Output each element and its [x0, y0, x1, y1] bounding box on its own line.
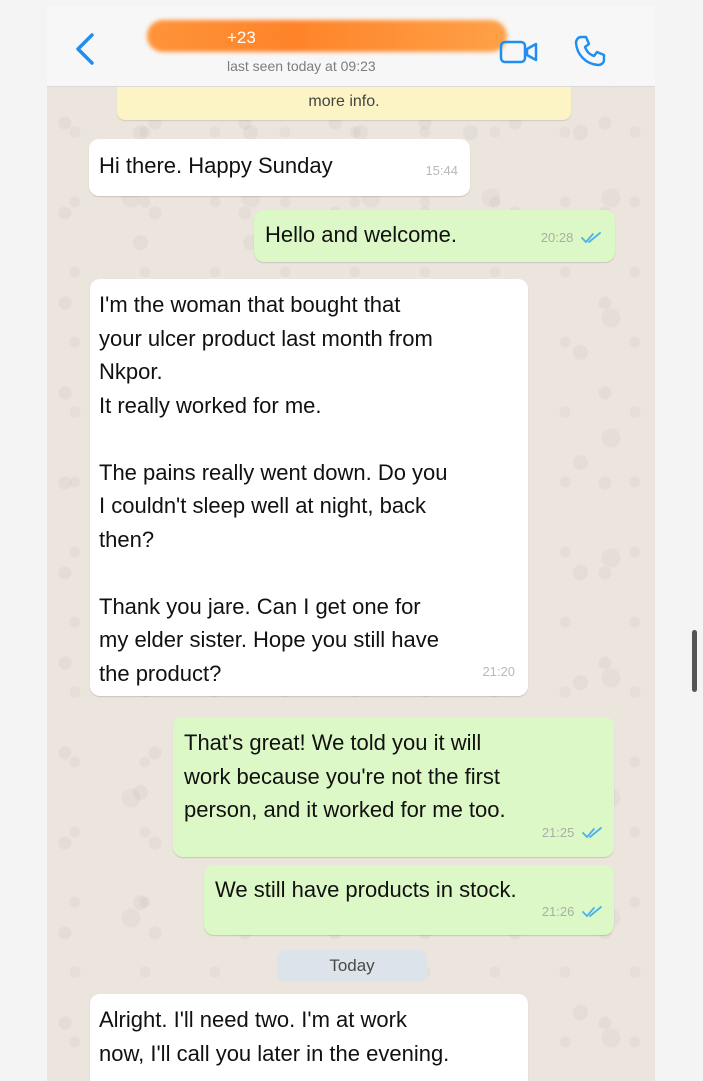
- date-separator: Today: [277, 950, 427, 982]
- message-bubble-outgoing[interactable]: We still have products in stock. 21:26: [204, 865, 614, 935]
- last-seen-status: last seen today at 09:23: [227, 58, 376, 74]
- message-bubble-outgoing[interactable]: That's great! We told you it will work b…: [173, 717, 614, 857]
- redacted-contact-name: [147, 20, 507, 52]
- message-bubble-incoming[interactable]: I'm the woman that bought that your ulce…: [90, 279, 528, 696]
- message-text: Hi there. Happy Sunday: [99, 153, 333, 178]
- message-time: 21:25: [541, 824, 575, 840]
- message-status: 21:26: [542, 895, 602, 929]
- message-text: That's great! We told you it will work b…: [184, 730, 506, 822]
- message-status: 21:25: [542, 816, 602, 850]
- message-text: Alright. I'll need two. I'm at work now,…: [99, 1007, 450, 1066]
- message-time: 21:20: [482, 663, 515, 679]
- message-bubble-incoming[interactable]: Hi there. Happy Sunday 15:44: [89, 139, 470, 196]
- scrollbar[interactable]: [692, 630, 697, 692]
- back-button[interactable]: [71, 32, 101, 66]
- double-check-icon: [582, 906, 602, 918]
- chat-screen: +23 last seen today at 09:23 more info. …: [47, 6, 655, 1081]
- info-banner[interactable]: more info.: [117, 84, 571, 120]
- video-camera-icon: [499, 40, 538, 64]
- message-bubble-incoming[interactable]: Alright. I'll need two. I'm at work now,…: [90, 994, 528, 1081]
- phone-icon: [574, 35, 606, 67]
- double-check-icon: [581, 232, 601, 244]
- message-time: 15:44: [425, 162, 458, 178]
- double-check-icon: [582, 827, 602, 839]
- voice-call-button[interactable]: [573, 34, 607, 68]
- message-bubble-outgoing[interactable]: Hello and welcome. 20:28: [254, 210, 615, 262]
- message-time: 20:28: [540, 229, 574, 245]
- message-status: 20:28: [541, 221, 601, 255]
- chevron-left-icon: [76, 33, 94, 65]
- message-text: I'm the woman that bought that your ulce…: [99, 292, 448, 686]
- contact-name[interactable]: +23: [227, 28, 256, 48]
- message-time: 21:26: [541, 903, 575, 919]
- video-call-button[interactable]: [499, 39, 539, 65]
- chat-header: +23 last seen today at 09:23: [47, 6, 655, 87]
